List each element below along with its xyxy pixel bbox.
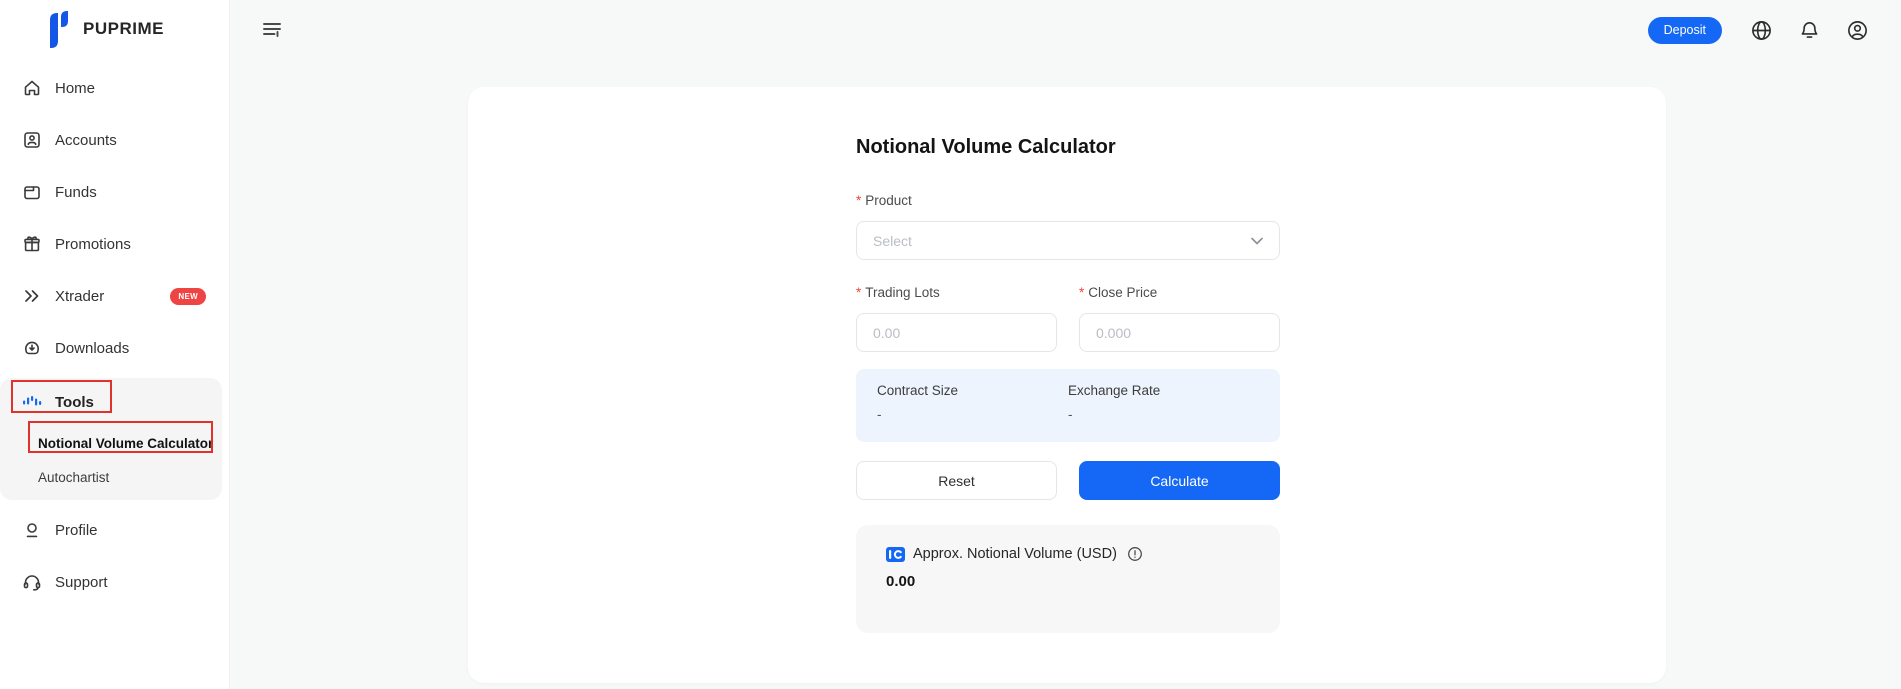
sidebar-item-label: Support — [55, 574, 108, 591]
top-bar: Deposit — [230, 0, 1901, 60]
sidebar-item-label: Xtrader — [55, 288, 104, 305]
subitem-label: Notional Volume Calculator — [38, 436, 213, 451]
home-icon — [22, 78, 42, 98]
menu-fold-icon[interactable] — [261, 18, 283, 40]
trading-lots-label: *Trading Lots — [856, 285, 1057, 302]
sidebar-subitem-autochartist[interactable]: Autochartist — [0, 460, 222, 494]
new-badge: NEW — [170, 288, 206, 305]
exchange-rate-value: - — [1068, 407, 1259, 422]
globe-icon[interactable] — [1750, 19, 1773, 42]
subitem-label: Autochartist — [38, 470, 109, 485]
sidebar-item-support[interactable]: Support — [0, 556, 230, 608]
sidebar: PUPRIME Home Accounts — [0, 0, 230, 689]
brand-logo[interactable]: PUPRIME — [44, 10, 164, 48]
calculator-form: Notional Volume Calculator *Product Sele… — [856, 87, 1280, 633]
required-asterisk: * — [1079, 285, 1084, 300]
profile-icon — [22, 520, 42, 540]
sidebar-item-xtrader[interactable]: Xtrader NEW — [0, 270, 230, 322]
sidebar-item-tools[interactable]: Tools — [0, 378, 222, 426]
sidebar-item-label: Profile — [55, 522, 98, 539]
notional-wallet-icon — [886, 547, 905, 562]
sidebar-item-label: Downloads — [55, 340, 129, 357]
required-asterisk: * — [856, 193, 861, 208]
sidebar-item-funds[interactable]: Funds — [0, 166, 230, 218]
sidebar-item-label: Accounts — [55, 132, 117, 149]
accounts-icon — [22, 130, 42, 150]
info-circle-icon[interactable] — [1127, 546, 1143, 562]
product-select-placeholder: Select — [873, 233, 912, 249]
product-select[interactable]: Select — [856, 221, 1280, 260]
close-price-input[interactable] — [1079, 313, 1280, 352]
support-icon — [22, 572, 42, 592]
sidebar-item-accounts[interactable]: Accounts — [0, 114, 230, 166]
promotions-icon — [22, 234, 42, 254]
brand-name: PUPRIME — [83, 19, 164, 39]
sidebar-item-home[interactable]: Home — [0, 62, 230, 114]
sidebar-subitem-notional-volume-calculator[interactable]: Notional Volume Calculator — [0, 426, 222, 460]
exchange-rate-label: Exchange Rate — [1068, 383, 1259, 398]
puprime-logo-icon — [44, 10, 74, 48]
derived-values-panel: Contract Size - Exchange Rate - — [856, 369, 1280, 442]
sidebar-item-label: Tools — [55, 394, 94, 411]
sidebar-item-label: Promotions — [55, 236, 131, 253]
trading-lots-input[interactable] — [856, 313, 1057, 352]
tools-icon — [22, 395, 42, 409]
tools-section: Tools Notional Volume Calculator Autocha… — [0, 378, 222, 500]
downloads-icon — [22, 338, 42, 358]
required-asterisk: * — [856, 285, 861, 300]
close-price-label: *Close Price — [1079, 285, 1280, 302]
result-label: Approx. Notional Volume (USD) — [913, 546, 1117, 562]
result-value: 0.00 — [886, 573, 1250, 590]
contract-size-label: Contract Size — [877, 383, 1068, 398]
chevron-down-icon — [1251, 237, 1263, 245]
xtrader-icon — [22, 286, 42, 306]
funds-icon — [22, 182, 42, 202]
bell-icon[interactable] — [1798, 19, 1821, 42]
sidebar-item-promotions[interactable]: Promotions — [0, 218, 230, 270]
sidebar-item-label: Home — [55, 80, 95, 97]
sidebar-item-label: Funds — [55, 184, 97, 201]
sidebar-item-profile[interactable]: Profile — [0, 504, 230, 556]
reset-button[interactable]: Reset — [856, 461, 1057, 500]
deposit-button[interactable]: Deposit — [1648, 17, 1722, 44]
calculate-button[interactable]: Calculate — [1079, 461, 1280, 500]
calculator-card: Notional Volume Calculator *Product Sele… — [468, 87, 1666, 683]
account-icon[interactable] — [1846, 19, 1869, 42]
sidebar-item-downloads[interactable]: Downloads — [0, 322, 230, 374]
result-panel: Approx. Notional Volume (USD) 0.00 — [856, 525, 1280, 633]
page-title: Notional Volume Calculator — [856, 135, 1280, 159]
product-label: *Product — [856, 193, 1280, 210]
contract-size-value: - — [877, 407, 1068, 422]
